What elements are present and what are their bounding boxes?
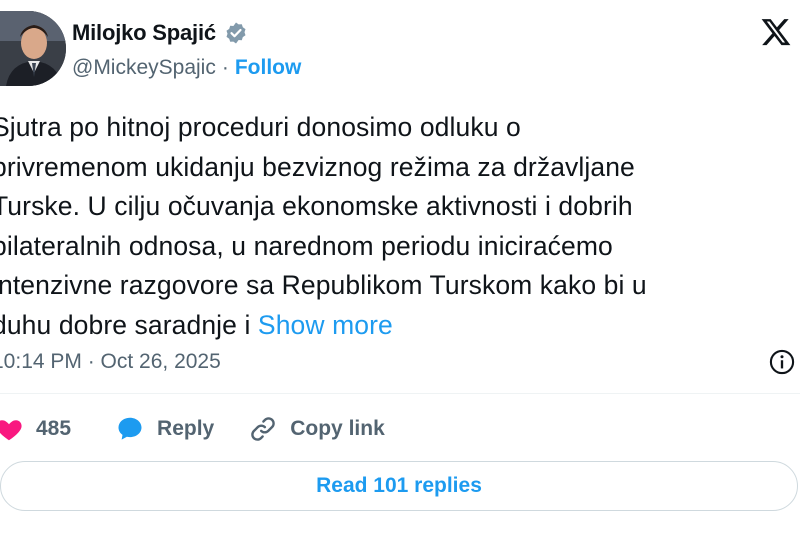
post-timestamp[interactable]: 10:14 PM · Oct 26, 2025 bbox=[0, 350, 221, 374]
post-body: Sjutra po hitnoj proceduri donosimo odlu… bbox=[0, 112, 647, 340]
post-actions: 485 Reply Copy link bbox=[0, 414, 385, 444]
read-replies-button[interactable]: Read 101 replies bbox=[0, 461, 798, 511]
info-icon[interactable] bbox=[768, 348, 796, 376]
follow-button[interactable]: Follow bbox=[235, 56, 302, 80]
avatar[interactable] bbox=[0, 11, 66, 86]
author-handle[interactable]: @MickeySpajic bbox=[72, 56, 216, 80]
avatar-portrait bbox=[0, 11, 66, 86]
post-text: Sjutra po hitnoj proceduri donosimo odlu… bbox=[0, 108, 792, 345]
author-name[interactable]: Milojko Spajić bbox=[72, 20, 216, 46]
reply-label: Reply bbox=[157, 417, 215, 440]
divider bbox=[0, 393, 800, 394]
like-button[interactable]: 485 bbox=[0, 414, 71, 444]
reply-button[interactable]: Reply bbox=[115, 414, 214, 444]
verified-badge-icon bbox=[224, 21, 248, 45]
show-more-link[interactable]: Show more bbox=[258, 310, 393, 340]
author-name-row: Milojko Spajić bbox=[72, 20, 248, 46]
separator-dot: · bbox=[221, 56, 229, 79]
x-logo-icon[interactable] bbox=[760, 16, 792, 48]
copy-link-label: Copy link bbox=[290, 417, 385, 440]
link-icon bbox=[251, 417, 275, 441]
author-handle-row: @MickeySpajic · Follow bbox=[72, 56, 301, 80]
copy-link-button[interactable]: Copy link bbox=[248, 414, 385, 444]
reply-bubble-icon bbox=[118, 417, 142, 440]
like-count: 485 bbox=[36, 417, 72, 440]
heart-icon bbox=[0, 420, 22, 441]
